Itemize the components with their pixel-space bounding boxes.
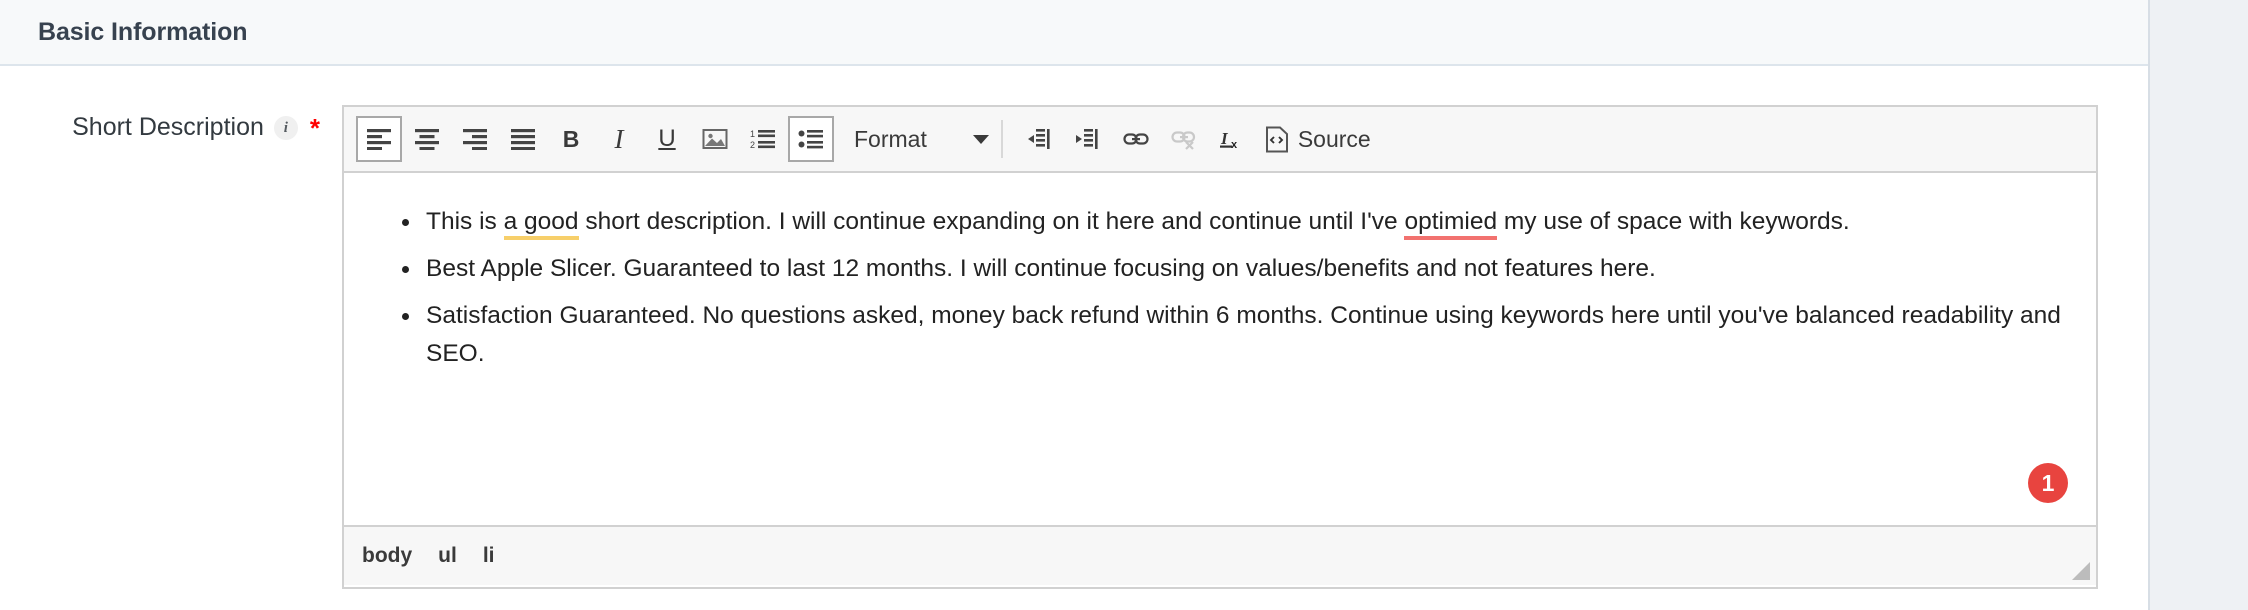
bullet-text-segment: This is	[426, 208, 504, 235]
italic-glyph: I	[614, 123, 624, 154]
bold-icon[interactable]: B	[548, 116, 594, 162]
bold-glyph: B	[562, 125, 580, 152]
link-icon[interactable]	[1113, 116, 1159, 162]
rich-text-editor: B I U 1 2 Format I x Source • This is a …	[342, 105, 2098, 589]
source-button[interactable]: Source	[1259, 116, 1377, 162]
svg-text:I: I	[1220, 129, 1229, 148]
bullet-text-segment: Satisfaction Guaranteed. No questions as…	[426, 302, 2061, 367]
svg-text:x: x	[1231, 139, 1238, 150]
element-path-ul[interactable]: ul	[438, 544, 457, 568]
justify-icon[interactable]	[500, 116, 546, 162]
remove-format-icon[interactable]: I x	[1209, 116, 1255, 162]
svg-text:1: 1	[750, 129, 755, 139]
resize-handle-icon[interactable]	[2072, 562, 2090, 580]
page-title: Basic Information	[38, 18, 248, 46]
list-item: Satisfaction Guaranteed. No questions as…	[422, 297, 2096, 373]
toolbar-separator	[1000, 120, 1003, 158]
basic-information-panel: Basic Information Short Description i *	[0, 0, 2150, 610]
align-center-icon[interactable]	[404, 116, 450, 162]
editor-toolbar: B I U 1 2 Format I x Source	[344, 107, 2096, 173]
underline-glyph: U	[658, 125, 676, 152]
short-description-label: Short Description	[72, 113, 264, 141]
list-item: This is a good short description. I will…	[422, 203, 2096, 241]
underline-icon[interactable]: U	[644, 116, 690, 162]
element-path-body[interactable]: body	[362, 544, 412, 568]
increase-indent-icon[interactable]	[1065, 116, 1111, 162]
status-badge[interactable]: 1	[2028, 463, 2068, 503]
chevron-down-icon	[972, 134, 989, 144]
source-button-label: Source	[1297, 125, 1371, 152]
bullet-text-segment: short description. I will continue expan…	[578, 208, 1405, 235]
info-icon[interactable]: i	[273, 115, 298, 140]
italic-icon[interactable]: I	[596, 116, 642, 162]
editor-element-path: body ul li	[344, 525, 2096, 585]
svg-text:2: 2	[750, 140, 755, 150]
align-right-icon[interactable]	[452, 116, 498, 162]
required-asterisk: *	[309, 112, 320, 143]
image-icon[interactable]	[692, 116, 738, 162]
editor-content-area[interactable]: This is a good short description. I will…	[344, 173, 2096, 525]
format-dropdown[interactable]: Format	[854, 116, 989, 162]
page-root: Basic Information Short Description i *	[0, 0, 2248, 610]
unlink-icon[interactable]	[1161, 116, 1207, 162]
bulleted-list-icon[interactable]	[788, 116, 834, 162]
list-item: Best Apple Slicer. Guaranteed to last 12…	[422, 250, 2096, 288]
description-list: This is a good short description. I will…	[344, 203, 2096, 373]
field-label-group: Short Description i *	[0, 113, 320, 142]
align-left-icon[interactable]	[356, 116, 402, 162]
format-dropdown-label: Format	[854, 125, 927, 152]
section-header: Basic Information	[0, 0, 2148, 66]
bullet-text-segment: my use of space with keywords.	[1497, 208, 1850, 235]
source-code-icon	[1265, 126, 1289, 153]
spelling-suggestion-highlight[interactable]: optimied	[1404, 208, 1498, 240]
grammar-suggestion-highlight[interactable]: a good	[503, 208, 579, 240]
decrease-indent-icon[interactable]	[1017, 116, 1063, 162]
numbered-list-icon[interactable]: 1 2	[740, 116, 786, 162]
bullet-text-segment: Best Apple Slicer. Guaranteed to last 12…	[426, 255, 1656, 282]
element-path-li[interactable]: li	[483, 544, 495, 568]
